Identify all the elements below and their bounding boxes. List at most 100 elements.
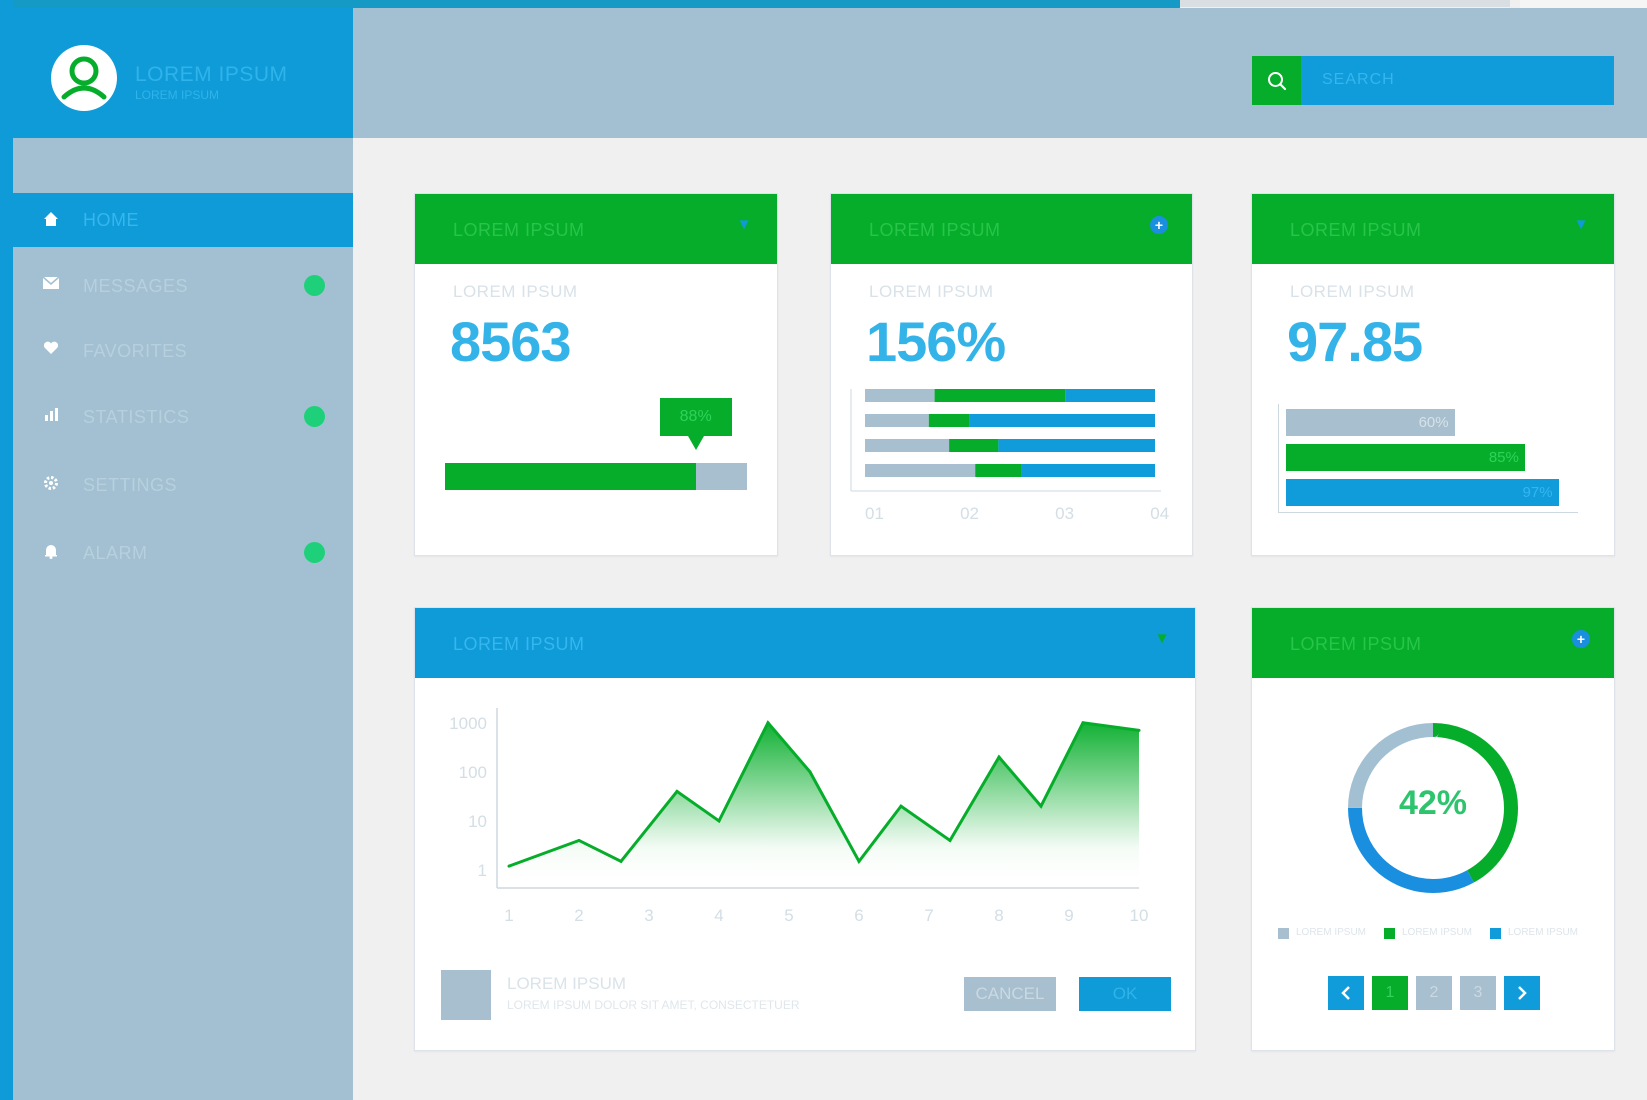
stacked-bar-segment [949,439,999,452]
page-button-2[interactable]: 2 [1416,976,1452,1010]
top-strip-right [1180,0,1510,7]
x-tick-label: 03 [1055,504,1074,523]
stacked-bar-segment [928,414,970,427]
card-header: LOREM IPSUM ▼ [415,608,1195,678]
line-point [507,864,511,868]
x-tick-label: 3 [644,906,653,925]
card-header: LOREM IPSUM + [1252,608,1614,678]
y-tick-label: 100 [459,763,487,782]
profile-subtitle: LOREM IPSUM [135,88,220,102]
sidebar-item-label: STATISTICS [83,407,190,427]
stacked-bar-segment [934,389,1066,402]
search-button[interactable] [1252,56,1301,105]
footer-title: LOREM IPSUM [507,974,627,993]
sidebar: HOME MESSAGES FAVORITES STATISTICS SETTI… [13,138,353,1100]
top-strip-corner [1520,0,1647,8]
stacked-bar-chart: 01 02 03 04 [850,389,1169,523]
x-tick-label: 2 [574,906,583,925]
line-point [857,859,861,863]
kpi-value: 97.85 [1287,310,1423,373]
ok-button[interactable]: OK [1079,977,1171,1011]
sidebar-item-alarm[interactable]: ALARM [13,526,353,580]
x-tick-label: 8 [994,906,1003,925]
stacked-bar-segment [865,389,935,402]
page-button-1[interactable]: 1 [1372,976,1408,1010]
legend-label: LOREM IPSUM [1402,927,1473,938]
line-point [717,819,721,823]
avatar[interactable] [51,45,117,111]
line-point [997,755,1001,759]
sidebar-item-favorites[interactable]: FAVORITES [13,324,353,378]
thumbnail [441,970,491,1020]
chevron-down-icon[interactable]: ▼ [735,216,753,234]
notification-badge [304,275,325,296]
search-bar[interactable]: SEARCH [1252,56,1614,105]
x-tick-label: 9 [1064,906,1073,925]
line-point [766,721,770,725]
kpi-label: LOREM IPSUM [453,282,578,301]
legend-label: LOREM IPSUM [1296,927,1367,938]
page-button-3[interactable]: 3 [1460,976,1496,1010]
sidebar-item-settings[interactable]: SETTINGS [13,458,353,512]
card-header: LOREM IPSUM + [831,194,1192,264]
horizontal-bar-2: 85% [1286,444,1525,471]
legend-label: LOREM IPSUM [1508,927,1579,938]
sidebar-item-home[interactable]: HOME [13,193,353,247]
profile-header: LOREM IPSUM LOREM IPSUM [13,8,353,138]
chevron-left-icon [1341,986,1350,1000]
x-tick-label: 10 [1130,906,1149,925]
chevron-down-icon[interactable]: ▼ [1153,630,1171,648]
bar-label: 85% [1488,449,1519,466]
card-header: LOREM IPSUM ▼ [415,194,777,264]
x-tick-label: 04 [1150,504,1169,523]
card-title: LOREM IPSUM [453,634,585,654]
legend-swatch [1278,928,1289,939]
cancel-button[interactable]: CANCEL [964,977,1056,1011]
line-point [619,859,623,863]
notification-badge [304,542,325,563]
top-strip [0,0,1180,8]
sidebar-item-messages[interactable]: MESSAGES [13,259,353,313]
stacked-bar-segment [998,439,1155,452]
bar-label: 97% [1522,484,1553,501]
profile-name: LOREM IPSUM [135,63,288,86]
sidebar-item-label: ALARM [83,543,148,563]
line-point [577,838,581,842]
sidebar-item-statistics[interactable]: STATISTICS [13,390,353,444]
x-tick-label: 6 [854,906,863,925]
stacked-bar-segment [975,464,1022,477]
stacked-bar-segment [1065,389,1155,402]
line-point [675,789,679,793]
footer-subtitle: LOREM IPSUM DOLOR SIT AMET, CONSECTETUER [507,998,800,1012]
x-tick-label: 7 [924,906,933,925]
sidebar-item-label: MESSAGES [83,276,189,296]
home-icon [41,210,61,230]
progress-tooltip: 88% [659,398,732,450]
bell-icon [41,543,61,563]
line-point [948,838,952,842]
next-page-button[interactable] [1504,976,1540,1010]
line-point [1039,804,1043,808]
x-tick-label: 5 [784,906,793,925]
legend-swatch [1384,928,1395,939]
plus-icon[interactable]: + [1572,630,1590,648]
card-title: LOREM IPSUM [453,220,585,240]
plus-icon[interactable]: + [1150,216,1168,234]
y-tick-label: 1000 [449,714,487,733]
progress-track [445,463,747,490]
stacked-bar-segment [969,414,1155,427]
line-point [899,804,903,808]
search-input[interactable]: SEARCH [1322,71,1395,89]
card-header: LOREM IPSUM ▼ [1252,194,1614,264]
user-icon [61,56,107,100]
chevron-down-icon[interactable]: ▼ [1572,216,1590,234]
kpi-card-1: LOREM IPSUM ▼ LOREM IPSUM 8563 88% [414,193,778,556]
stacked-bar-segment [1021,464,1155,477]
kpi-value: 8563 [450,310,572,373]
card-title: LOREM IPSUM [869,220,1001,240]
x-tick-label: 1 [504,906,513,925]
prev-page-button[interactable] [1328,976,1364,1010]
line-chart-card: LOREM IPSUM ▼ 1000 100 10 1 1 2 3 4 5 6 7 8 9 10 LORE… [414,607,1196,1051]
line-area [509,722,1139,888]
kpi-label: LOREM IPSUM [1290,282,1415,301]
